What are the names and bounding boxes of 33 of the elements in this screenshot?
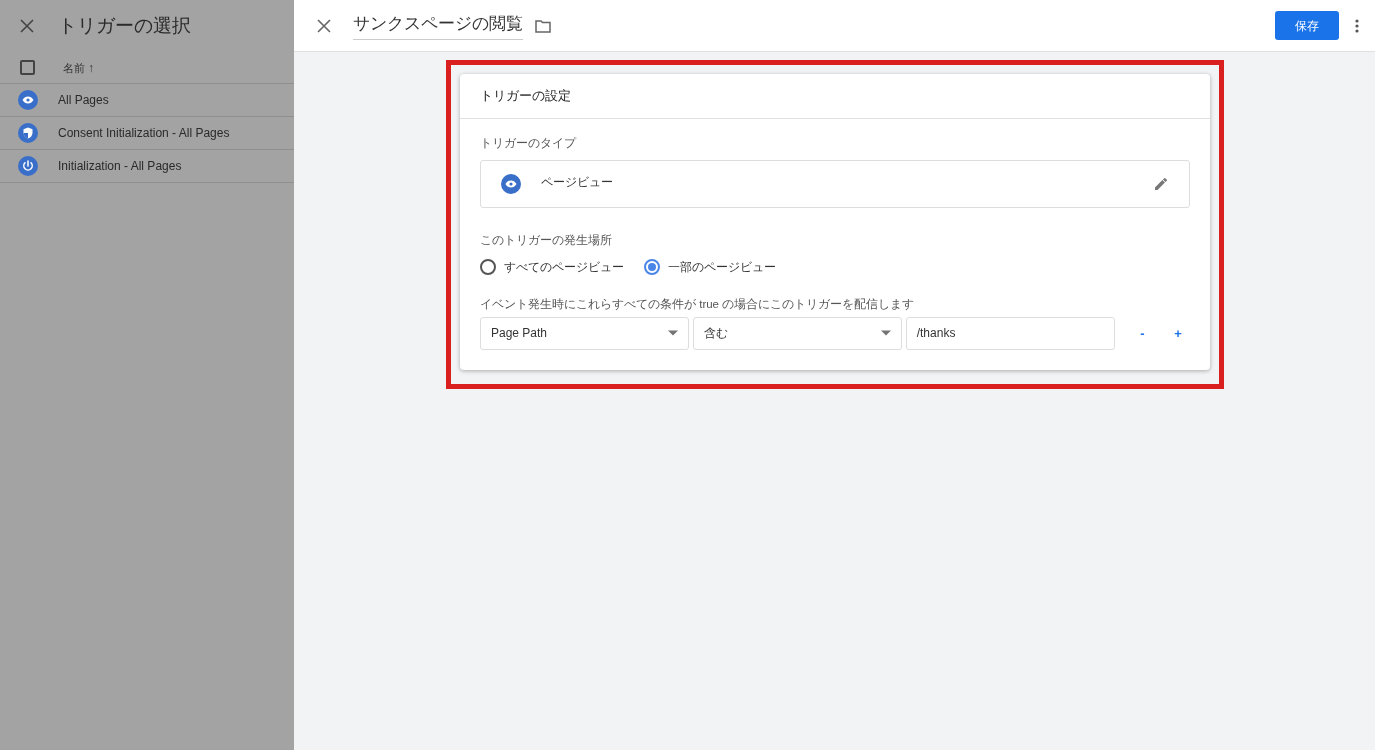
power-icon	[18, 156, 38, 176]
add-condition-button[interactable]: +	[1166, 323, 1190, 343]
radio-button[interactable]	[644, 258, 660, 275]
pencil-icon[interactable]	[1153, 176, 1169, 193]
variable-dropdown[interactable]: Page Path	[480, 316, 689, 350]
trigger-name-field[interactable]: サンクスページの閲覧	[353, 11, 523, 40]
radio-button[interactable]	[480, 258, 496, 275]
trigger-list-item[interactable]: Consent Initialization - All Pages	[0, 117, 294, 150]
close-icon[interactable]	[317, 18, 331, 33]
save-button[interactable]: 保存	[1275, 11, 1339, 40]
radio-option[interactable]: すべてのページビュー	[480, 257, 624, 276]
shield-icon	[18, 123, 38, 143]
more-options-icon[interactable]	[1355, 18, 1359, 33]
trigger-type-selector[interactable]: ページビュー	[480, 160, 1190, 209]
remove-condition-button[interactable]: -	[1130, 323, 1155, 343]
eye-icon	[18, 90, 38, 110]
trigger-list-item[interactable]: Initialization - All Pages	[0, 150, 294, 183]
condition-description: イベント発生時にこれらすべての条件が true の場合にこのトリガーを配信します	[480, 296, 916, 312]
eye-icon	[501, 174, 521, 195]
close-icon[interactable]	[20, 19, 34, 33]
value-input-field[interactable]: /thanks	[905, 316, 1115, 350]
radio-option[interactable]: 一部のページビュー	[644, 257, 776, 276]
card-title: トリガーの設定	[480, 87, 571, 106]
dropdown-caret-icon	[880, 330, 891, 337]
trigger-list-item[interactable]: All Pages	[0, 84, 294, 117]
select-all-checkbox[interactable]	[20, 60, 35, 75]
field-label: このトリガーの発生場所	[480, 233, 613, 249]
name-column-header[interactable]: 名前 ↑	[63, 58, 95, 77]
folder-icon[interactable]	[535, 18, 551, 33]
panel-title: トリガーの選択	[58, 13, 191, 38]
operator-dropdown[interactable]: 含む	[692, 316, 902, 350]
field-label: トリガーのタイプ	[480, 136, 578, 151]
dropdown-caret-icon	[667, 330, 678, 337]
